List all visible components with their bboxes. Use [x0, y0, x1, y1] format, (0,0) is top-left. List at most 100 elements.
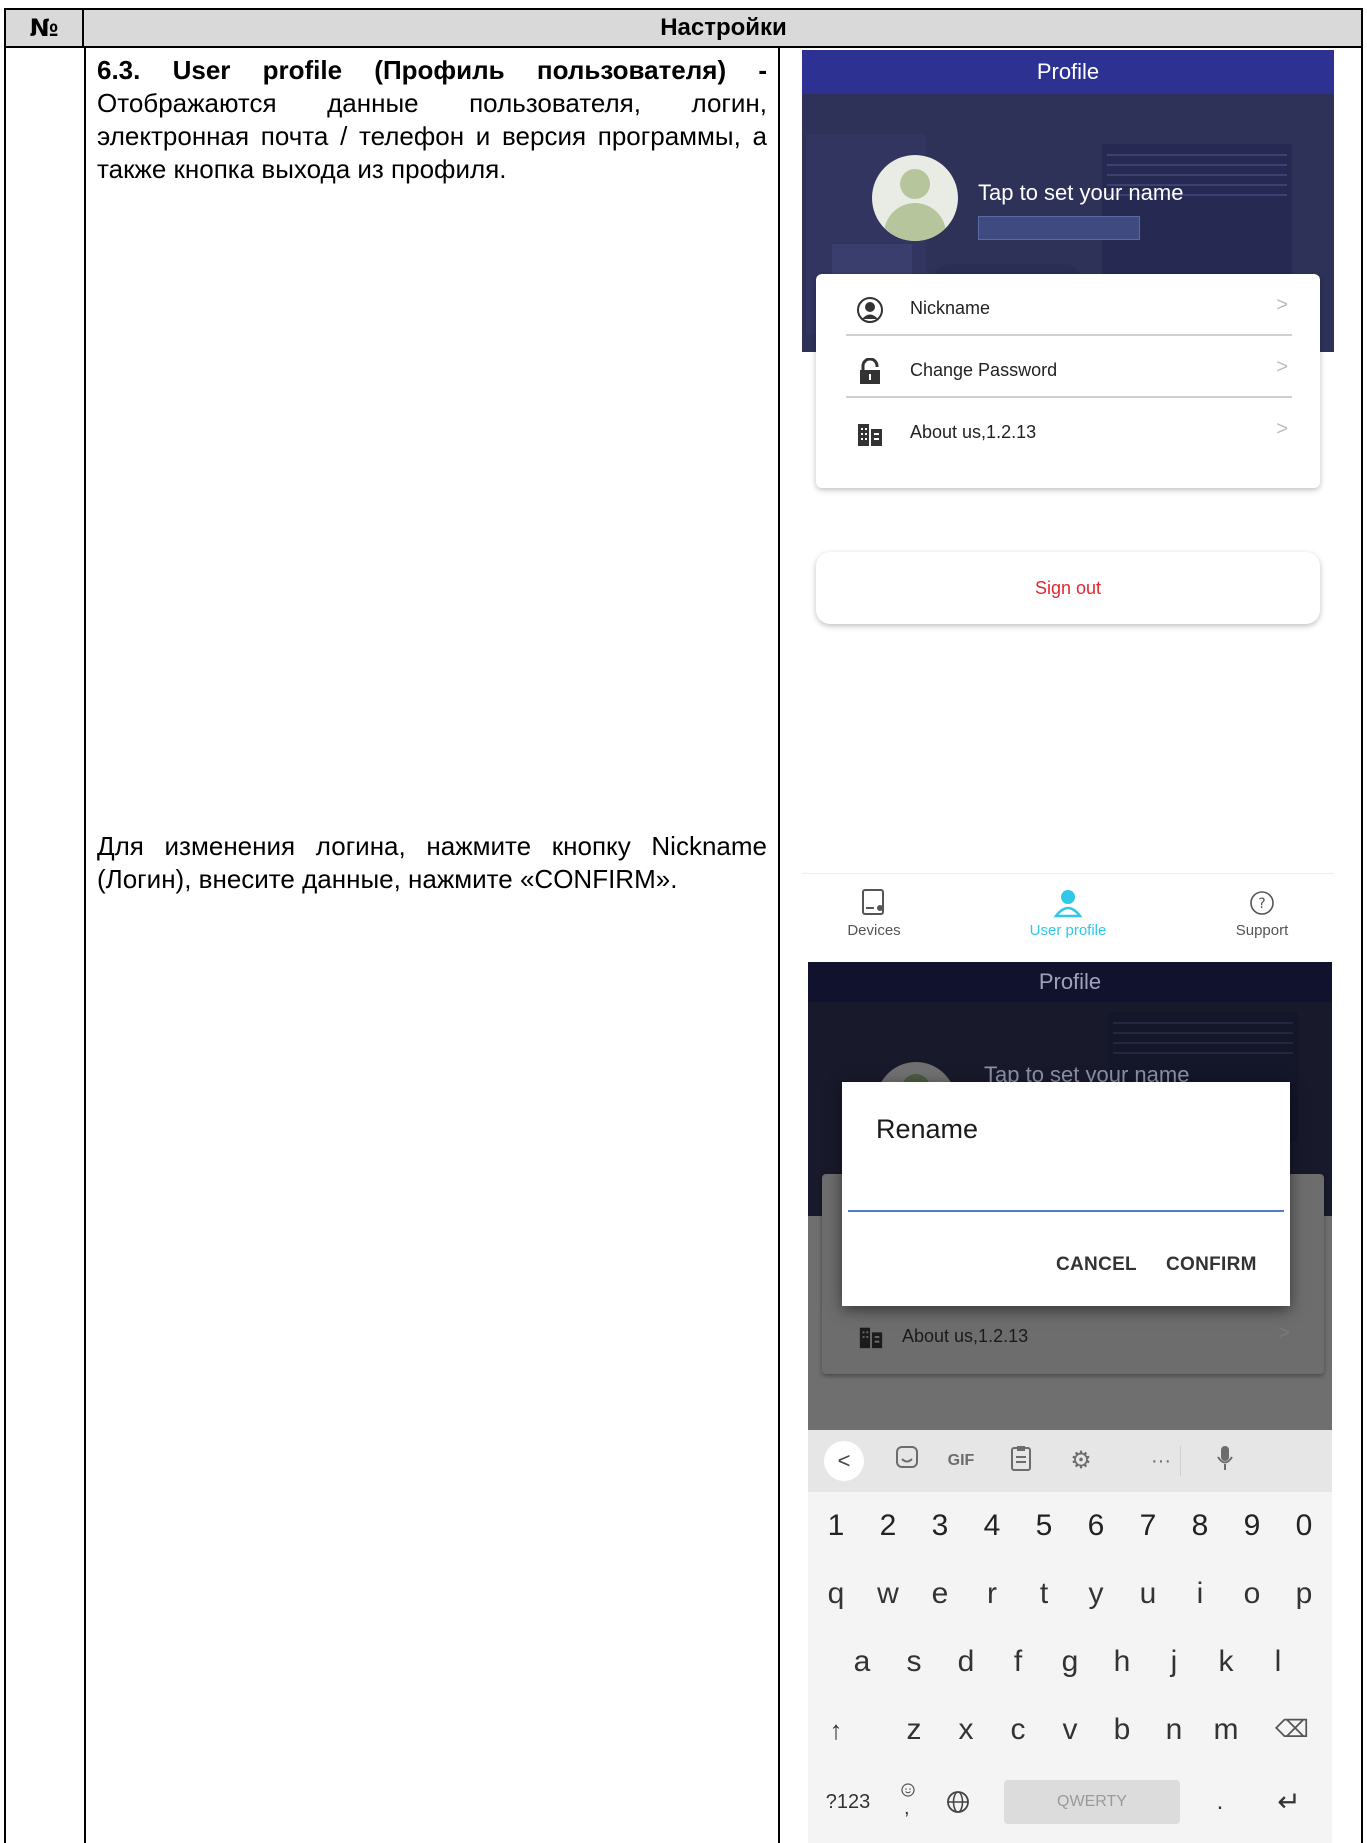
key[interactable]: m — [1204, 1702, 1248, 1758]
rename-dialog-screenshot: Profile Tap to set your name About us,1.… — [808, 962, 1332, 1843]
section-body: Отображаются данные пользователя, логин,… — [97, 88, 767, 184]
toolbar-separator — [1180, 1446, 1181, 1476]
key[interactable]: t — [1022, 1566, 1066, 1622]
key[interactable]: 9 — [1230, 1498, 1274, 1554]
soft-keyboard: < GIF ⚙ ··· 1 2 3 4 5 6 7 8 9 0 q w e r … — [808, 1430, 1332, 1843]
section-rename-text: Для изменения логина, нажмите кнопку Nic… — [97, 830, 767, 896]
rename-input[interactable] — [848, 1210, 1284, 1212]
profile-menu-card: Nickname > Change Password > About us,1.… — [816, 274, 1320, 488]
sign-out-button[interactable]: Sign out — [816, 552, 1320, 624]
user-icon — [1053, 890, 1083, 918]
key[interactable]: 4 — [970, 1498, 1014, 1554]
rename-dialog: Rename CANCEL CONFIRM — [842, 1082, 1290, 1306]
key[interactable]: 2 — [866, 1498, 910, 1554]
key[interactable]: 6 — [1074, 1498, 1118, 1554]
shift-key[interactable]: ↑ — [814, 1702, 858, 1758]
key[interactable]: q — [814, 1566, 858, 1622]
svg-text:?: ? — [1258, 896, 1265, 912]
key[interactable]: y — [1074, 1566, 1118, 1622]
section-body: Для изменения логина, нажмите кнопку Nic… — [97, 831, 767, 894]
sticker-icon[interactable] — [890, 1444, 924, 1478]
symbols-key[interactable]: ?123 — [818, 1780, 878, 1824]
key[interactable]: i — [1178, 1566, 1222, 1622]
section-user-profile-text: 6.3. User profile (Профиль пользователя)… — [97, 54, 767, 186]
period-key[interactable]: . — [1200, 1780, 1240, 1824]
tab-support[interactable]: ? Support — [1202, 888, 1322, 939]
lock-icon — [860, 358, 880, 384]
key[interactable]: k — [1204, 1634, 1248, 1690]
key[interactable]: 7 — [1126, 1498, 1170, 1554]
profile-screenshot: Profile Tap to set your name Nickname > — [802, 50, 1334, 955]
key[interactable]: v — [1048, 1702, 1092, 1758]
chevron-right-icon: > — [1278, 1322, 1290, 1344]
banner-stripe — [1107, 154, 1287, 156]
key[interactable]: l — [1256, 1634, 1300, 1690]
key[interactable]: o — [1230, 1566, 1274, 1622]
column-divider — [84, 48, 86, 1843]
backspace-key[interactable]: ⌫ — [1270, 1702, 1314, 1758]
keyboard-toolbar: < GIF ⚙ ··· — [808, 1430, 1332, 1492]
tab-user-profile[interactable]: User profile — [1008, 888, 1128, 939]
chevron-right-icon: > — [1276, 418, 1288, 440]
microphone-icon[interactable] — [1208, 1444, 1242, 1478]
key[interactable]: h — [1100, 1634, 1144, 1690]
banner-stripe — [1113, 1022, 1293, 1024]
key[interactable]: c — [996, 1702, 1040, 1758]
devices-icon — [862, 889, 884, 915]
key[interactable]: s — [892, 1634, 936, 1690]
key[interactable]: w — [866, 1566, 910, 1622]
enter-key[interactable]: ↵ — [1264, 1780, 1314, 1824]
globe-icon[interactable] — [938, 1780, 978, 1824]
gif-button[interactable]: GIF — [944, 1444, 978, 1478]
key[interactable]: f — [996, 1634, 1040, 1690]
tab-devices[interactable]: Devices — [814, 888, 934, 939]
keyboard-row-3: ↑ z x c v b n m ⌫ — [808, 1702, 1332, 1758]
key[interactable]: g — [1048, 1634, 1092, 1690]
help-icon: ? — [1250, 891, 1274, 915]
tab-label: User profile — [1029, 922, 1107, 939]
key[interactable]: u — [1126, 1566, 1170, 1622]
avatar-head — [900, 169, 930, 199]
avatar[interactable] — [872, 155, 958, 241]
person-icon — [857, 297, 883, 323]
key[interactable]: e — [918, 1566, 962, 1622]
app-bar-title: Profile — [808, 962, 1332, 1002]
chevron-right-icon: > — [1276, 294, 1288, 316]
key[interactable]: n — [1152, 1702, 1196, 1758]
banner-stripe — [1113, 1042, 1293, 1044]
cancel-button[interactable]: CANCEL — [1056, 1254, 1137, 1276]
key[interactable]: a — [840, 1634, 884, 1690]
dialog-title: Rename — [876, 1114, 979, 1144]
key[interactable]: 1 — [814, 1498, 858, 1554]
menu-item-label: Change Password — [910, 360, 1058, 380]
gear-icon[interactable]: ⚙ — [1064, 1444, 1098, 1478]
keyboard-back-button[interactable]: < — [824, 1441, 864, 1481]
key[interactable]: b — [1100, 1702, 1144, 1758]
key[interactable]: 0 — [1282, 1498, 1326, 1554]
banner-stripe — [1113, 1032, 1293, 1034]
confirm-button[interactable]: CONFIRM — [1166, 1254, 1257, 1276]
avatar-body — [884, 203, 946, 241]
key[interactable]: x — [944, 1702, 988, 1758]
space-key[interactable]: QWERTY — [1004, 1780, 1180, 1824]
banner-stripe — [1107, 174, 1287, 176]
key[interactable]: 3 — [918, 1498, 962, 1554]
menu-item-label: Nickname — [910, 298, 991, 318]
header-title: Настройки — [660, 14, 787, 41]
key[interactable]: p — [1282, 1566, 1326, 1622]
more-options-button[interactable]: ··· — [1144, 1444, 1178, 1478]
clipboard-icon[interactable] — [1004, 1444, 1038, 1478]
key[interactable]: z — [892, 1702, 936, 1758]
menu-item-about[interactable]: About us,1.2.13 > — [816, 398, 1320, 468]
key[interactable]: j — [1152, 1634, 1196, 1690]
key[interactable]: d — [944, 1634, 988, 1690]
app-bar-title: Profile — [802, 50, 1334, 94]
table-header: № Настройки — [6, 10, 1361, 48]
set-name-prompt[interactable]: Tap to set your name — [978, 180, 1183, 206]
key[interactable]: 8 — [1178, 1498, 1222, 1554]
banner-stripe — [1107, 164, 1287, 166]
emoji-comma-key[interactable]: , — [890, 1780, 926, 1824]
key[interactable]: r — [970, 1566, 1014, 1622]
key[interactable]: 5 — [1022, 1498, 1066, 1554]
menu-item-label: About us,1.2.13 — [902, 1326, 1029, 1346]
